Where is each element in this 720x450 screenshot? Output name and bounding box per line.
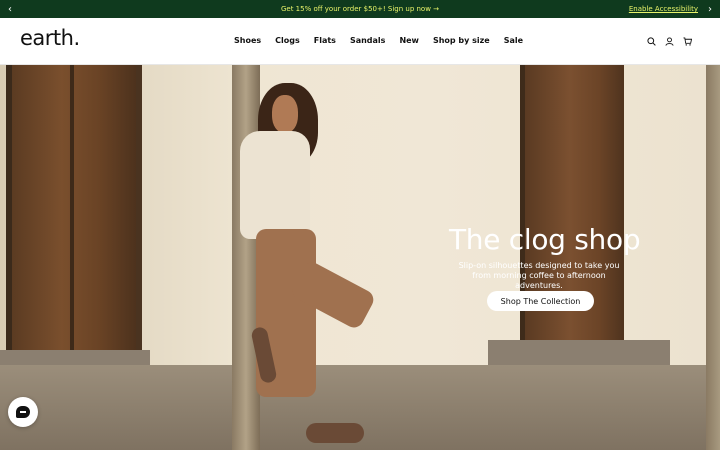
hero-title: The clog shop: [449, 223, 641, 256]
chat-button[interactable]: [8, 397, 38, 427]
earth-logo[interactable]: earth.: [20, 26, 80, 50]
announcement-next-button[interactable]: ›: [702, 0, 718, 18]
nav-item-new[interactable]: New: [399, 36, 419, 45]
nav-item-sandals[interactable]: Sandals: [350, 36, 385, 45]
chat-icon: [16, 406, 30, 418]
nav-item-sale[interactable]: Sale: [504, 36, 523, 45]
header-icons: [646, 36, 692, 46]
account-icon[interactable]: [664, 36, 674, 46]
model-face: [272, 95, 298, 133]
wooden-post-right: [706, 65, 720, 450]
wooden-door-left: [6, 65, 142, 350]
hero-banner[interactable]: The clog shop Slip-on silhouettes design…: [0, 65, 720, 450]
site-header: earth. Shoes Clogs Flats Sandals New Sho…: [0, 18, 720, 65]
main-nav: Shoes Clogs Flats Sandals New Shop by si…: [234, 36, 537, 45]
nav-item-shoes[interactable]: Shoes: [234, 36, 261, 45]
nav-item-flats[interactable]: Flats: [314, 36, 336, 45]
stone-step-right: [488, 340, 670, 365]
enable-accessibility-link[interactable]: Enable Accessibility: [629, 5, 698, 13]
announcement-message[interactable]: Get 15% off your order $50+! Sign up now…: [0, 5, 720, 13]
announcement-bar: ‹ Get 15% off your order $50+! Sign up n…: [0, 0, 720, 18]
hero-subtitle: Slip-on silhouettes designed to take you…: [458, 261, 620, 290]
model-clog-ground: [306, 423, 364, 443]
nav-item-shop-by-size[interactable]: Shop by size: [433, 36, 490, 45]
search-icon[interactable]: [646, 36, 656, 46]
shop-collection-button[interactable]: Shop The Collection: [487, 291, 594, 311]
cart-icon[interactable]: [682, 36, 692, 46]
nav-item-clogs[interactable]: Clogs: [275, 36, 300, 45]
model-cardigan: [240, 131, 310, 239]
